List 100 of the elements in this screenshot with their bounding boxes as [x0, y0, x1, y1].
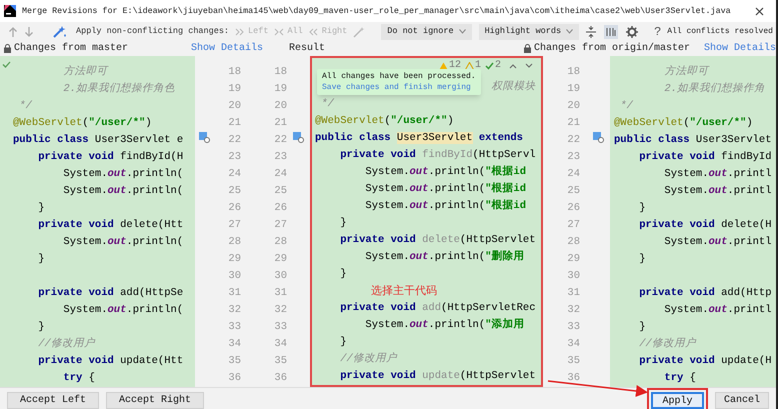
- code-line: }: [639, 201, 646, 216]
- line-number: 22: [273, 133, 287, 148]
- dropdown[interactable]: Do not ignore: [381, 24, 472, 40]
- code-line: System.out.println(: [63, 235, 184, 250]
- line-number: 25: [566, 184, 580, 199]
- line-number: 18: [227, 65, 241, 80]
- code-line: @WebServlet("/user/*"): [13, 116, 152, 131]
- code-line: 2.如果我们想操作角色: [63, 81, 175, 97]
- line-number: 21: [566, 116, 580, 131]
- code-line: */: [19, 99, 32, 114]
- notification-message: All changes have been processed.: [322, 71, 476, 82]
- code-line: private void findById(H: [38, 150, 184, 165]
- line-number: 28: [273, 235, 287, 250]
- line-number: 20: [566, 99, 580, 114]
- code-line: System.out.println(: [63, 184, 184, 199]
- code-line: @WebServlet("/user/*"): [614, 116, 753, 131]
- status-text: All conflicts resolved: [667, 26, 774, 38]
- passed-count[interactable]: 2: [484, 58, 501, 73]
- code-line: System.out.printl: [664, 167, 772, 182]
- dropdown[interactable]: Highlight words: [478, 24, 580, 40]
- code-line: }: [639, 320, 646, 335]
- code-line: private void update(HttpServlet: [340, 369, 536, 384]
- dialog-button[interactable]: Cancel: [714, 392, 769, 409]
- dialog-button[interactable]: Apply: [650, 392, 704, 409]
- code-line: try {: [63, 371, 95, 386]
- line-number: 22: [566, 133, 580, 148]
- code-line: }: [38, 320, 44, 335]
- line-number: 27: [227, 218, 241, 233]
- code-line: 方法即可: [664, 64, 708, 80]
- line-number: 36: [273, 371, 287, 386]
- code-line: private void delete(Htt: [38, 218, 184, 233]
- line-number: 36: [566, 371, 580, 386]
- window-title: Merge Revisions for E:\ideawork\jiuyeban\heima145\web\day09_maven-user_role_per_manager\src\main\java\com\itheima\case2\web\User3Servlet.java: [22, 4, 731, 18]
- line-number: 27: [273, 218, 287, 233]
- code-line: private void update(H: [639, 354, 772, 369]
- code-line: private void findById(HttpServl: [340, 148, 536, 163]
- line-number: 33: [566, 320, 580, 335]
- line-number: 33: [273, 320, 287, 335]
- line-number: 29: [227, 252, 241, 267]
- code-line: System.out.println("添加用: [365, 317, 524, 333]
- dialog-button[interactable]: Accept Left: [7, 392, 100, 409]
- line-number: 28: [227, 235, 241, 250]
- line-number: 35: [227, 354, 241, 369]
- code-line: private void findById: [639, 150, 772, 165]
- line-number: 30: [566, 269, 580, 284]
- dialog-button[interactable]: Accept Right: [106, 392, 204, 409]
- line-number: 18: [273, 65, 287, 80]
- code-line: System.out.println("根据id: [365, 164, 526, 180]
- panel-title: Result: [289, 42, 326, 56]
- code-line: public class User3Servlet extends: [315, 131, 523, 146]
- line-number: 34: [273, 337, 287, 352]
- code-line: }: [639, 252, 646, 267]
- code-line: }: [340, 335, 346, 350]
- code-line: }: [38, 201, 44, 216]
- show-details-link[interactable]: Show Details: [191, 41, 264, 56]
- line-number: 35: [273, 354, 287, 369]
- code-line: System.out.println("根据id: [365, 181, 526, 197]
- line-number: 29: [566, 252, 580, 267]
- line-number: 30: [273, 269, 287, 284]
- show-details-link[interactable]: Show Details: [704, 41, 776, 56]
- code-line: //修改用户: [340, 351, 397, 367]
- line-number: 32: [227, 303, 241, 318]
- code-line: public class User3Servlet e: [13, 133, 184, 148]
- apply-label: Apply non-conflicting changes:: [76, 25, 230, 38]
- line-number: 20: [273, 99, 287, 114]
- line-number: 27: [566, 218, 580, 233]
- panel-title: Changes from origin/master: [534, 42, 690, 56]
- line-number: 24: [566, 167, 580, 182]
- code-line: private void delete(HttpServlet: [340, 233, 536, 248]
- line-number: 28: [566, 235, 580, 250]
- code-line: }: [38, 252, 44, 267]
- code-line: public class User3Servlet: [614, 133, 772, 148]
- line-number: 19: [273, 82, 287, 97]
- line-number: 18: [566, 65, 580, 80]
- panel-title: Changes from master: [14, 42, 128, 56]
- code-line: }: [340, 267, 346, 282]
- code-line: */: [321, 97, 334, 112]
- line-number: 26: [566, 201, 580, 216]
- line-number: 25: [273, 184, 287, 199]
- code-line: System.out.printl: [664, 184, 772, 199]
- line-number: 32: [273, 303, 287, 318]
- annotation-note: 选择主干代码: [371, 283, 437, 300]
- code-line: private void add(HttpServletRec: [340, 301, 536, 316]
- code-line: //修改用户: [639, 336, 696, 352]
- warnings-count[interactable]: 12: [438, 58, 461, 73]
- code-line: */: [620, 99, 633, 114]
- line-number: 26: [227, 201, 241, 216]
- code-line: private void delete(H: [639, 218, 772, 233]
- code-line: 方法即可: [63, 64, 108, 80]
- line-number: 24: [273, 167, 287, 182]
- save-and-finish-link[interactable]: Save changes and finish merging: [322, 82, 476, 93]
- help-button[interactable]: ?: [654, 22, 662, 40]
- line-number: 33: [227, 320, 241, 335]
- line-number: 23: [273, 150, 287, 165]
- code-line: }: [340, 216, 346, 231]
- line-number: 30: [227, 269, 241, 284]
- code-line: //修改用户: [38, 336, 95, 352]
- line-number: 32: [566, 303, 580, 318]
- line-number: 35: [566, 354, 580, 369]
- code-line: private void add(HttpSe: [38, 286, 184, 301]
